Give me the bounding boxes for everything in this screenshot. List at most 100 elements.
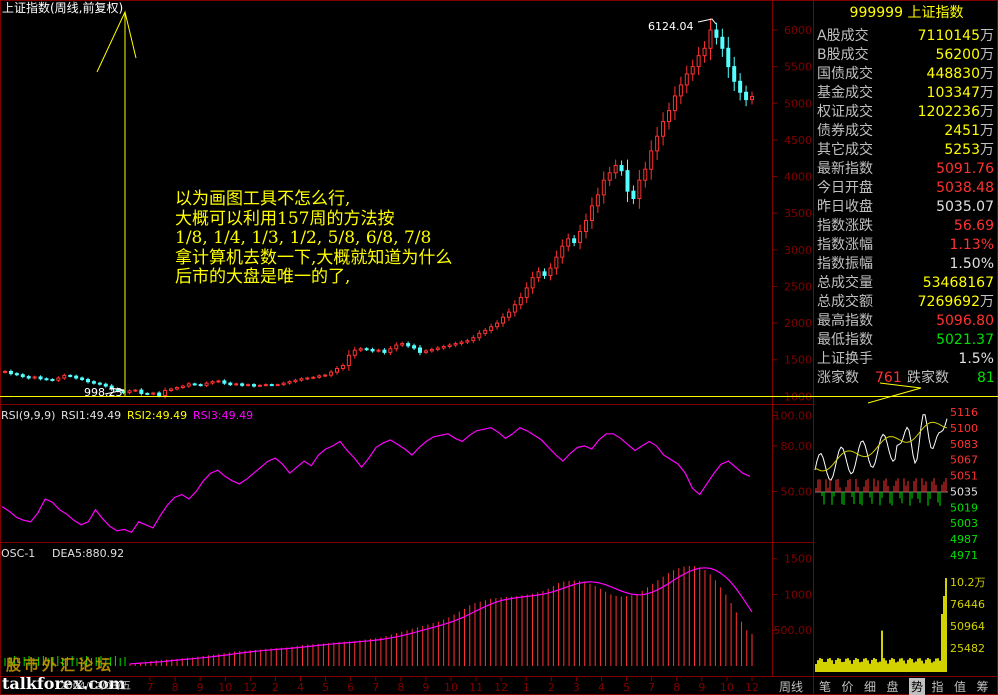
quote-row: 债券成交 2451万 (815, 122, 998, 141)
candle-body (453, 343, 458, 346)
tab-0[interactable]: 笔 (819, 678, 831, 695)
volume-tick-label: 10.2万 (950, 576, 986, 589)
tab-3[interactable]: 盘 (887, 678, 899, 695)
chart-title: 上证指数(周线,前复权) (2, 1, 124, 15)
quote-value: 5253万 (944, 142, 994, 158)
breadth-row: 涨家数 761 跌家数 81 (815, 369, 998, 388)
tab-5[interactable]: 指 (932, 678, 944, 695)
candle-body (459, 341, 464, 345)
candle-body (518, 296, 523, 306)
x-tick-label: 3 (573, 681, 580, 694)
candle-body (625, 170, 630, 192)
intraday-tick-label: 5083 (950, 438, 978, 451)
candle-body (14, 373, 19, 376)
quote-row: 上证换手 1.5% (815, 350, 998, 369)
candle-body (346, 354, 351, 367)
quote-key: 最高指数 (817, 313, 873, 329)
tab-6[interactable]: 值 (954, 678, 966, 695)
candle-body (252, 384, 256, 387)
candle-body (394, 344, 399, 350)
candle-body (406, 343, 411, 347)
candle-body (305, 377, 310, 380)
arrow-head (96, 10, 137, 73)
candle-body (50, 378, 55, 381)
tab-2[interactable]: 细 (864, 678, 876, 695)
x-tick-label: 9 (422, 681, 429, 694)
candle-body (97, 382, 102, 385)
y-tick-label: 3000 (784, 244, 812, 257)
candle-body (750, 96, 754, 101)
candle-body (613, 165, 618, 174)
quote-key: 今日开盘 (817, 180, 873, 196)
candle-body (560, 245, 565, 258)
quote-value: 5038.48 (936, 180, 994, 196)
quote-unit: 万 (980, 47, 994, 63)
volume-tick-label: 25482 (950, 642, 985, 655)
rsi2-value: RSI2:49.49 (127, 409, 188, 422)
candle-body (329, 371, 334, 376)
quote-value: 103347万 (926, 85, 994, 101)
low-label: 998.23 (84, 386, 123, 399)
candle-body (91, 381, 96, 384)
candle-body (412, 345, 417, 349)
quote-key: 总成交量 (817, 275, 873, 291)
candle-body (696, 55, 701, 68)
candle-body (275, 384, 280, 387)
tab-1[interactable]: 价 (842, 678, 854, 695)
quote-unit: 万 (980, 294, 994, 310)
annotation-text: 以为画图工具不怎么行, 大概可以利用157周的方法按 1/8, 1/4, 1/3… (175, 189, 452, 288)
candle-body (352, 349, 357, 356)
candle-body (506, 311, 511, 318)
candle-body (637, 179, 642, 200)
quote-key: B股成交 (817, 47, 869, 63)
candle-body (38, 376, 43, 380)
dea-value: DEA5:880.92 (52, 547, 125, 560)
quote-panel: 999999 上证指数 A股成交 7110145万 B股成交 56200万 国债成交 44… (815, 0, 998, 395)
tab-7[interactable]: 筹 (977, 678, 989, 695)
candle-body (542, 271, 547, 276)
quote-unit: 万 (980, 104, 994, 120)
candle-body (317, 375, 322, 378)
candle-body (240, 383, 245, 386)
candle-body (418, 347, 422, 353)
quote-row: 权证成交 1202236万 (815, 103, 998, 122)
rsi-tick-label: 80.00 (781, 440, 813, 453)
quote-key: 国债成交 (817, 66, 873, 82)
candle-body (299, 378, 304, 381)
quote-header: 999999 上证指数 (849, 5, 964, 21)
period-button[interactable]: 周线 (779, 678, 803, 695)
quote-value: 7110145万 (917, 28, 994, 44)
candle-body (216, 380, 221, 383)
x-tick-label: 6 (347, 681, 354, 694)
x-tick-label: 11 (469, 681, 483, 694)
candle-body (708, 29, 713, 49)
candle-body (589, 205, 594, 221)
candle-body (370, 348, 375, 352)
intraday-tick-label: 5116 (950, 406, 978, 419)
candle-body (32, 376, 37, 379)
candle-body (364, 348, 369, 351)
candle-body (495, 322, 500, 328)
candle-body (228, 382, 233, 386)
quote-unit: 万 (980, 142, 994, 158)
quote-row: 最低指数 5021.37 (815, 331, 998, 350)
x-tick-label: 4 (297, 681, 304, 694)
x-tick-label: 7 (372, 681, 379, 694)
candle-body (667, 110, 671, 123)
x-tick-label: 9 (197, 681, 204, 694)
candle-body (400, 343, 405, 346)
candle-body (643, 168, 648, 181)
candle-body (335, 367, 339, 373)
quote-key: 权证成交 (817, 104, 873, 120)
tab-4[interactable]: 势 (909, 678, 926, 695)
candle-body (180, 385, 185, 389)
x-tick-label: 5 (623, 681, 630, 694)
quote-key: 最新指数 (817, 161, 873, 177)
x-tick-label: 2 (272, 681, 279, 694)
intraday-tick-label: 5100 (950, 422, 978, 435)
candle-body (133, 389, 138, 392)
candle-body (157, 392, 162, 397)
y-tick-label: 3500 (784, 207, 812, 220)
x-tick-label: 7 (648, 681, 655, 694)
candle-body (281, 382, 286, 386)
